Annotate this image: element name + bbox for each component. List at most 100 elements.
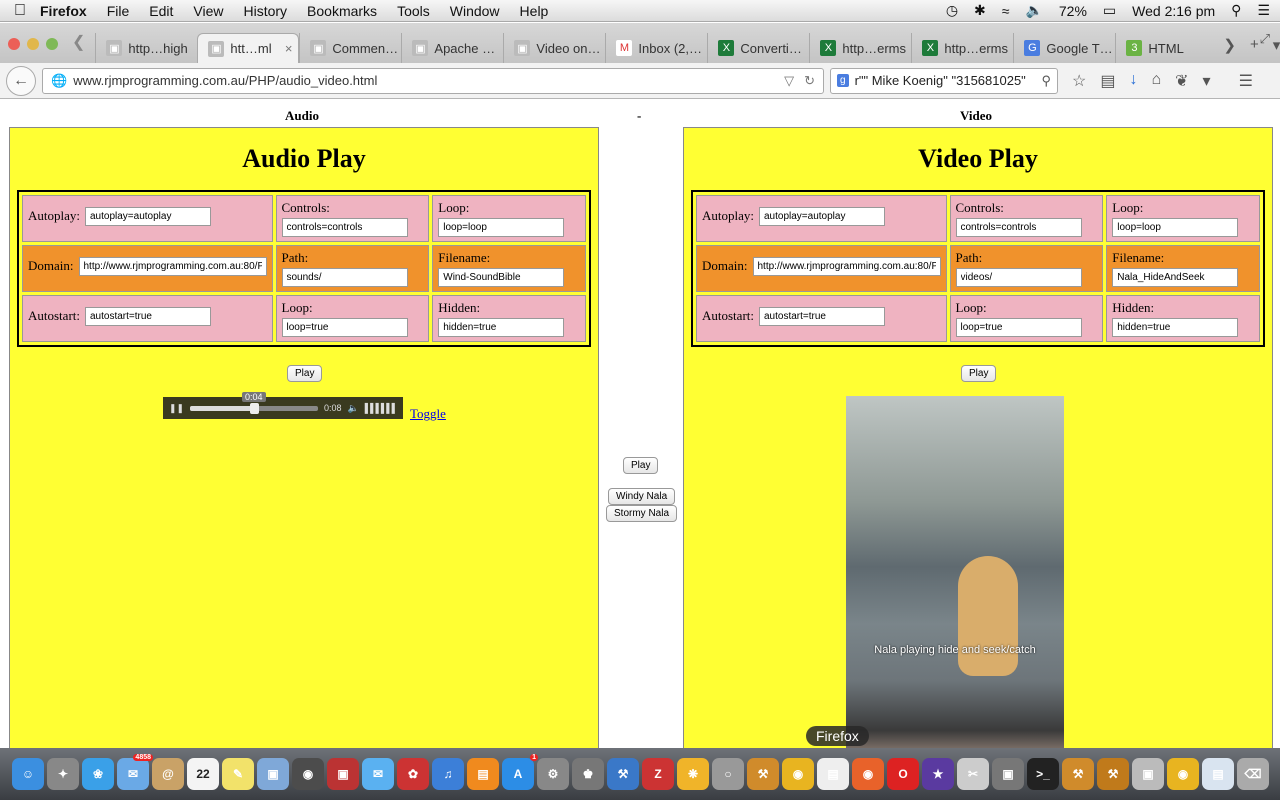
addon-dropdown-icon[interactable]: ▾ [1203,71,1211,91]
video-play-button[interactable]: Play [961,365,997,382]
audio-path-input[interactable] [281,268,408,287]
scissors-icon[interactable]: ✂ [957,758,989,790]
audio-hidden-input[interactable] [438,318,565,337]
drive-icon[interactable]: ▣ [1132,758,1164,790]
video-autostart-input[interactable] [759,306,885,326]
audio-seek-thumb[interactable] [250,402,260,414]
menu-view[interactable]: View [193,3,223,19]
safari-icon[interactable]: ❀ [82,758,114,790]
new-tab-icon[interactable]: + [1250,36,1259,54]
disk-utility-icon[interactable]: ○ [712,758,744,790]
automator-icon[interactable]: ♚ [572,758,604,790]
tab-3[interactable]: ▣ Apache … [401,33,503,63]
itunes-icon[interactable]: ♫ [432,758,464,790]
downloads-icon[interactable]: ↓ [1129,71,1137,91]
search-icon[interactable]: ⚲ [1041,73,1051,89]
launchpad-icon[interactable]: ✦ [47,758,79,790]
facetime-icon[interactable]: ◉ [292,758,324,790]
menu-history[interactable]: History [243,3,287,19]
battery-icon[interactable]: ▭ [1103,2,1116,19]
menu-help[interactable]: Help [520,3,549,19]
document-icon[interactable]: ▤ [817,758,849,790]
audio-loop2-input[interactable] [281,318,408,337]
search-bar[interactable]: g r"" Mike Koenig" "315681025" ⚲ [830,67,1058,94]
menu-window[interactable]: Window [450,3,500,19]
tab-8[interactable]: Xhttp…erms [911,33,1013,63]
tool2-icon[interactable]: ⚒ [1062,758,1094,790]
notes-icon[interactable]: ✎ [222,758,254,790]
mail-icon[interactable]: ✉ 4858 [117,754,153,790]
fullscreen-icon[interactable]: ⤢ [1260,31,1270,47]
reading-list-icon[interactable]: ▤ [1100,71,1115,91]
mute-icon[interactable]: 🔈 [348,403,359,414]
tab-6[interactable]: X Converti… [707,33,809,63]
video-autoplay-input[interactable] [759,206,885,226]
audio-autostart-input[interactable] [85,306,211,326]
bookmark-star-icon[interactable]: ☆ [1072,71,1086,91]
middle-play-button[interactable]: Play [623,457,659,474]
tab-scroll-left-icon[interactable]: ❮ [68,32,95,63]
xcode-icon[interactable]: ⚒ [607,758,639,790]
tab-0[interactable]: ▣ http…high [95,33,197,63]
system-preferences-icon[interactable]: ⚙ [537,758,569,790]
chrome-icon[interactable]: ◉ [782,758,814,790]
reload-icon[interactable]: ↻ [804,73,815,89]
spotlight-icon[interactable]: ⚲ [1231,2,1241,19]
video-loop-input[interactable] [1112,218,1239,237]
back-button[interactable]: ← [6,65,36,96]
audio-controls-input[interactable] [281,218,408,237]
toggle-link[interactable]: Toggle [410,406,446,422]
video-loop2-input[interactable] [955,318,1082,337]
tab-1[interactable]: ▣ htt…ml × [197,33,300,63]
chrome2-icon[interactable]: ◉ [1167,758,1199,790]
tab-scroll-right-icon[interactable]: ❯ [1223,36,1236,54]
video-player[interactable]: Nala playing hide and seek/catch [846,396,1064,748]
tab-10[interactable]: 3 HTML [1115,33,1217,63]
audio-domain-input[interactable] [78,256,267,276]
google-search-engine-icon[interactable]: g [837,74,849,87]
trash-icon[interactable]: ⌫ [1237,758,1269,790]
audio-autoplay-input[interactable] [85,206,211,226]
calendar-icon[interactable]: 22 [187,758,219,790]
battery-percent[interactable]: 72% [1059,3,1087,19]
notification-center-icon[interactable]: ☰ [1257,2,1270,19]
tab-2[interactable]: ▣ Commen… [299,33,401,63]
hamburger-menu-icon[interactable]: ☰ [1239,71,1253,91]
messages-icon[interactable]: ✉ [362,758,394,790]
finder-icon[interactable]: ☺ [12,758,44,790]
yahoo-icon[interactable]: ❋ [677,758,709,790]
menu-tools[interactable]: Tools [397,3,430,19]
url-bar[interactable]: 🌐 www.rjmprogramming.com.au/PHP/audio_vi… [42,67,824,94]
tool-icon[interactable]: ⚒ [747,758,779,790]
app-menu[interactable]: Firefox [40,3,87,19]
apple-menu-icon[interactable]:  [0,2,40,20]
video-filename-input[interactable] [1112,268,1239,287]
menu-bookmarks[interactable]: Bookmarks [307,3,377,19]
minimize-window-icon[interactable] [27,38,39,50]
firefox-icon[interactable]: ◉ [852,758,884,790]
audio-seek-bar[interactable] [190,402,318,414]
tab-7[interactable]: Xhttp…erms [809,33,911,63]
app-store-icon[interactable]: A1 [502,754,538,790]
photo-booth-icon[interactable]: ▣ [327,758,359,790]
filezilla-icon[interactable]: Z [642,758,674,790]
close-tab-icon[interactable]: × [285,41,293,56]
video-domain-input[interactable] [752,256,941,276]
bluetooth-icon[interactable]: ✱ [974,2,986,19]
preview-icon[interactable]: ▣ [257,758,289,790]
tab-4[interactable]: ▣ Video on… [503,33,605,63]
zoom-window-icon[interactable] [46,38,58,50]
tab-9[interactable]: G Google T… [1013,33,1115,63]
video-hidden-input[interactable] [1112,318,1239,337]
stormy-nala-button[interactable]: Stormy Nala [606,505,678,522]
audio-filename-input[interactable] [438,268,565,287]
folder-icon[interactable]: ▤ [1202,758,1234,790]
image-capture-icon[interactable]: ▣ [992,758,1024,790]
terminal-icon[interactable]: >_ [1027,758,1059,790]
video-controls-input[interactable] [955,218,1082,237]
photos-icon[interactable]: ✿ [397,758,429,790]
opera-icon[interactable]: O [887,758,919,790]
close-window-icon[interactable] [8,38,20,50]
home-icon[interactable]: ⌂ [1151,71,1161,91]
addon-icon[interactable]: ❦ [1175,71,1188,91]
